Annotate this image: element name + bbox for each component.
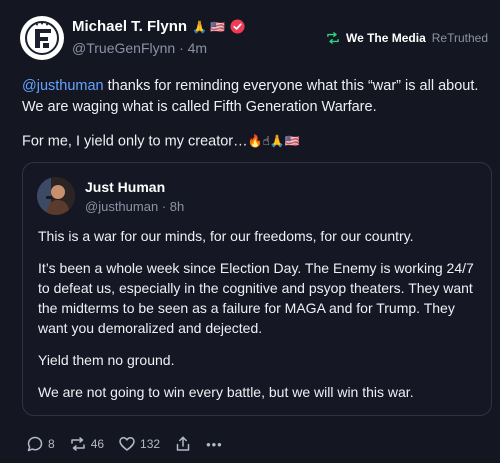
post-paragraph-2: For me, I yield only to my creator…🔥☝🙏🇺🇸 xyxy=(22,131,492,152)
author-name-row: Michael T. Flynn 🙏 🇺🇸 xyxy=(72,18,245,35)
mention-link[interactable]: @justhuman xyxy=(22,78,104,94)
quoted-post[interactable]: Just Human @justhuman · 8h This is a war… xyxy=(22,162,492,416)
truth-post: Michael T. Flynn 🙏 🇺🇸 @TrueGenFlynn · 4m… xyxy=(0,0,500,463)
quoted-author-avatar[interactable] xyxy=(37,177,75,215)
quoted-handle[interactable]: @justhuman xyxy=(85,199,158,214)
like-button[interactable]: 132 xyxy=(118,435,160,453)
verified-badge-icon xyxy=(230,19,245,34)
quoted-paragraph: Yield them no ground. xyxy=(38,352,175,368)
action-bar: 8 46 132 ••• xyxy=(26,435,223,453)
retruth-icon xyxy=(327,32,339,44)
reply-icon xyxy=(27,436,43,452)
post-time[interactable]: 4m xyxy=(188,40,207,56)
share-icon xyxy=(176,436,190,451)
quoted-author-name[interactable]: Just Human xyxy=(85,179,165,195)
like-count: 132 xyxy=(140,437,161,451)
flynn-logo-icon xyxy=(22,18,62,58)
post-line2-text: For me, I yield only to my creator… xyxy=(22,133,248,150)
more-options-button[interactable]: ••• xyxy=(206,437,223,452)
retruthed-indicator[interactable]: We The Media ReTruthed xyxy=(326,31,488,45)
author-name-emojis: 🙏 🇺🇸 xyxy=(192,19,226,34)
person-photo-icon xyxy=(37,177,75,215)
post-paragraph-1: @justhuman thanks for reminding everyone… xyxy=(22,76,492,118)
author-avatar[interactable] xyxy=(20,16,64,60)
author-handle-line: @TrueGenFlynn · 4m xyxy=(72,40,207,56)
retruth-button[interactable]: 46 xyxy=(69,435,104,453)
reply-count: 8 xyxy=(48,437,55,451)
quoted-time[interactable]: 8h xyxy=(170,199,184,214)
author-handle[interactable]: @TrueGenFlynn xyxy=(72,40,175,56)
quoted-body: This is a war for our minds, for our fre… xyxy=(38,226,483,414)
more-icon: ••• xyxy=(206,436,223,452)
retruth-count: 46 xyxy=(90,437,105,451)
share-button[interactable] xyxy=(174,435,192,453)
reply-button[interactable]: 8 xyxy=(26,435,55,453)
quoted-time-separator: · xyxy=(161,199,167,214)
quoted-paragraph: This is a war for our minds, for our fre… xyxy=(38,228,414,244)
quoted-paragraph: We are not going to win every battle, bu… xyxy=(38,384,414,400)
post-body: @justhuman thanks for reminding everyone… xyxy=(22,76,492,152)
retruth-account[interactable]: We The Media xyxy=(346,31,426,45)
quoted-paragraph: It’s been a whole week since Election Da… xyxy=(38,260,474,336)
retruthed-label: ReTruthed xyxy=(431,31,488,45)
post-line2-emojis: 🔥☝🙏🇺🇸 xyxy=(247,134,300,148)
author-name[interactable]: Michael T. Flynn xyxy=(72,18,187,35)
time-separator: · xyxy=(179,40,184,56)
retruth-action-icon xyxy=(70,437,85,451)
quoted-handle-line: @justhuman · 8h xyxy=(85,199,184,214)
heart-icon xyxy=(119,437,135,451)
